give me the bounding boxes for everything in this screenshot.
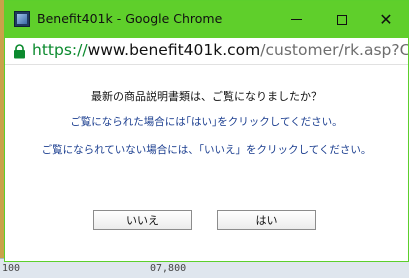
title-bar[interactable]: Benefit401k - Google Chrome ✕ (5, 1, 408, 38)
url-text[interactable]: https://www.benefit401k.com/customer/rk.… (32, 41, 408, 59)
maximize-icon (337, 14, 347, 25)
window-title: Benefit401k - Google Chrome (37, 11, 223, 26)
url-path: /customer/rk.asp?Categ (260, 41, 408, 59)
background-fragment: 100 (2, 263, 21, 274)
close-icon: ✕ (379, 10, 393, 29)
minimize-icon (290, 18, 302, 21)
url-domain: www.benefit401k.com (87, 41, 261, 59)
url-scheme: https:// (32, 41, 88, 59)
lock-icon (14, 44, 25, 59)
close-button[interactable]: ✕ (363, 1, 409, 38)
yes-instruction: ご覧になられた場合には｢はい｣をクリックしてください。 (70, 116, 343, 128)
browser-popup-window: Benefit401k - Google Chrome ✕ https://ww… (4, 0, 409, 262)
background-fragment: 07,800 (150, 263, 187, 274)
minimize-button[interactable] (273, 1, 319, 38)
yes-button[interactable]: はい (217, 210, 316, 230)
maximize-button[interactable] (319, 1, 365, 38)
no-instruction: ご覧になられていない場合には、「いいえ」をクリックしてください。 (41, 144, 372, 156)
dialog-content: 最新の商品説明書類は、ご覧になりましたか？ ご覧になられた場合には｢はい｣をクリ… (5, 65, 408, 261)
chrome-app-icon (14, 11, 30, 27)
question-text: 最新の商品説明書類は、ご覧になりましたか？ (91, 90, 322, 103)
no-button[interactable]: いいえ (93, 210, 192, 230)
address-bar[interactable]: https://www.benefit401k.com/customer/rk.… (5, 38, 408, 65)
